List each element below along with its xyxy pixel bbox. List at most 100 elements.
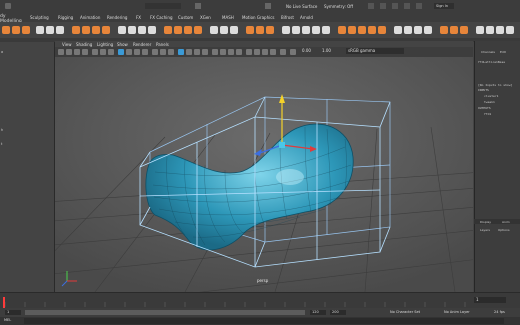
shelf-icon-11[interactable] (118, 26, 126, 34)
vp-tool-28[interactable] (290, 49, 296, 55)
shelf-icon-33[interactable] (368, 26, 376, 34)
shelf-icon-15[interactable] (164, 26, 172, 34)
menu-mash[interactable]: MASH (222, 15, 234, 20)
shelf-icon-44[interactable] (496, 26, 504, 34)
options-menu[interactable]: Options (498, 228, 510, 232)
input-tweak1[interactable]: tweak1 (484, 100, 495, 104)
shelf-icon-35[interactable] (394, 26, 402, 34)
menu-rendering[interactable]: Rendering (107, 15, 127, 20)
vp-tool-13[interactable] (160, 49, 166, 55)
shelf-icon-19[interactable] (210, 26, 218, 34)
shelf-icon-26[interactable] (292, 26, 300, 34)
channel-box-panel[interactable] (474, 41, 520, 292)
shelf-icon-10[interactable] (102, 26, 110, 34)
shelf-icon-23[interactable] (256, 26, 264, 34)
menu-xgen[interactable]: XGen (200, 15, 211, 20)
outliner-panel[interactable]: a h t (0, 42, 55, 292)
object-name[interactable]: ffdLattice1Base (478, 60, 505, 64)
time-slider[interactable]: 1 (0, 292, 520, 309)
shelf-icon-42[interactable] (476, 26, 484, 34)
shelf-icon-12[interactable] (128, 26, 136, 34)
channels-tab[interactable]: Channels (481, 50, 495, 54)
viewport-3d[interactable]: persp (55, 57, 473, 292)
range-end-field[interactable]: 120 (310, 310, 326, 315)
symmetry-status[interactable]: Symmetry: Off (324, 4, 353, 9)
shelf-icon-17[interactable] (184, 26, 192, 34)
command-line[interactable]: MEL (0, 317, 520, 325)
shelf-icon-1[interactable] (2, 26, 10, 34)
color-space-dropdown[interactable]: sRGB gamma (346, 48, 404, 54)
shelf-icon-16[interactable] (174, 26, 182, 34)
sign-in-button[interactable]: Sign In (434, 3, 454, 9)
outliner-item-a[interactable]: a (1, 50, 3, 54)
status-icon-3[interactable] (392, 3, 398, 9)
playhead[interactable] (3, 297, 5, 308)
menu-sculpting[interactable]: Sculpting (30, 15, 49, 20)
shelf-icon-14[interactable] (148, 26, 156, 34)
shelf-icon-41[interactable] (460, 26, 468, 34)
shelf-icon-39[interactable] (440, 26, 448, 34)
shelf-icon-27[interactable] (302, 26, 310, 34)
vp-field-b[interactable]: 1.00 (322, 48, 331, 53)
shelf-icon-28[interactable] (312, 26, 320, 34)
edit-tab[interactable]: Edit (500, 50, 506, 54)
shelf-icon-5[interactable] (46, 26, 54, 34)
vp-tool-8[interactable] (118, 49, 124, 55)
range-slider[interactable]: 1 120 200 No Character Set No Anim Layer… (0, 308, 520, 317)
character-set-dropdown[interactable]: No Character Set (390, 310, 432, 315)
fps-dropdown[interactable]: 24 fps (494, 310, 516, 315)
vp-tool-19[interactable] (212, 49, 218, 55)
status-icon-1[interactable] (368, 3, 374, 9)
mode-selector[interactable] (145, 3, 181, 9)
vp-tool-15[interactable] (178, 49, 184, 55)
shelf-icon-31[interactable] (348, 26, 356, 34)
vp-tool-6[interactable] (100, 49, 106, 55)
vp-tool-2[interactable] (66, 49, 72, 55)
shelf-icon-4[interactable] (36, 26, 44, 34)
menu-animation[interactable]: Animation (80, 15, 100, 20)
cmd-language-label[interactable]: MEL (4, 318, 11, 322)
shelf-icon-18[interactable] (194, 26, 202, 34)
shelf-icon-36[interactable] (404, 26, 412, 34)
menu-bifrost[interactable]: Bifrost (281, 15, 294, 20)
vp-tool-18[interactable] (202, 49, 208, 55)
toolbar-icon-a[interactable] (195, 3, 201, 9)
vp-tool-24[interactable] (254, 49, 260, 55)
menu-custom[interactable]: Custom (178, 15, 193, 20)
vp-tool-22[interactable] (236, 49, 242, 55)
vp-tool-17[interactable] (194, 49, 200, 55)
vp-tool-21[interactable] (228, 49, 234, 55)
range-start-field[interactable]: 1 (5, 310, 21, 315)
menu-fx-caching[interactable]: FX Caching (150, 15, 172, 20)
shelf-icon-24[interactable] (266, 26, 274, 34)
vp-field-a[interactable]: 0.00 (302, 48, 311, 53)
shelf-icon-3[interactable] (22, 26, 30, 34)
shelf-icon-37[interactable] (414, 26, 422, 34)
range-slider-bar[interactable] (25, 310, 305, 315)
vp-tool-11[interactable] (142, 49, 148, 55)
shelf-icon-29[interactable] (322, 26, 330, 34)
shelf-icon-20[interactable] (220, 26, 228, 34)
toolbar-icon-b[interactable] (265, 3, 271, 9)
shelf-icon-22[interactable] (246, 26, 254, 34)
vp-tool-25[interactable] (262, 49, 268, 55)
vp-tool-14[interactable] (168, 49, 174, 55)
vp-tool-4[interactable] (82, 49, 88, 55)
shelf-icon-25[interactable] (282, 26, 290, 34)
live-surface-status[interactable]: No Live Surface (286, 4, 317, 9)
output-ffd1[interactable]: ffd1 (484, 112, 491, 116)
manip-center[interactable] (279, 142, 285, 148)
layers-menu[interactable]: Layers (480, 228, 490, 232)
anim-tab[interactable]: Anim (502, 220, 510, 224)
shelf-icon-6[interactable] (56, 26, 64, 34)
range-max-field[interactable]: 200 (330, 310, 346, 315)
vp-tool-12[interactable] (152, 49, 158, 55)
shelf-icon-43[interactable] (486, 26, 494, 34)
shelf-icon-38[interactable] (424, 26, 432, 34)
vp-tool-1[interactable] (58, 49, 64, 55)
workspace-mode-dropdown[interactable]: dy Modelling (0, 14, 26, 24)
outliner-item-h[interactable]: h (1, 128, 3, 132)
shelf-icon-21[interactable] (230, 26, 238, 34)
menu-rigging[interactable]: Rigging (58, 15, 73, 20)
vp-tool-26[interactable] (270, 49, 276, 55)
